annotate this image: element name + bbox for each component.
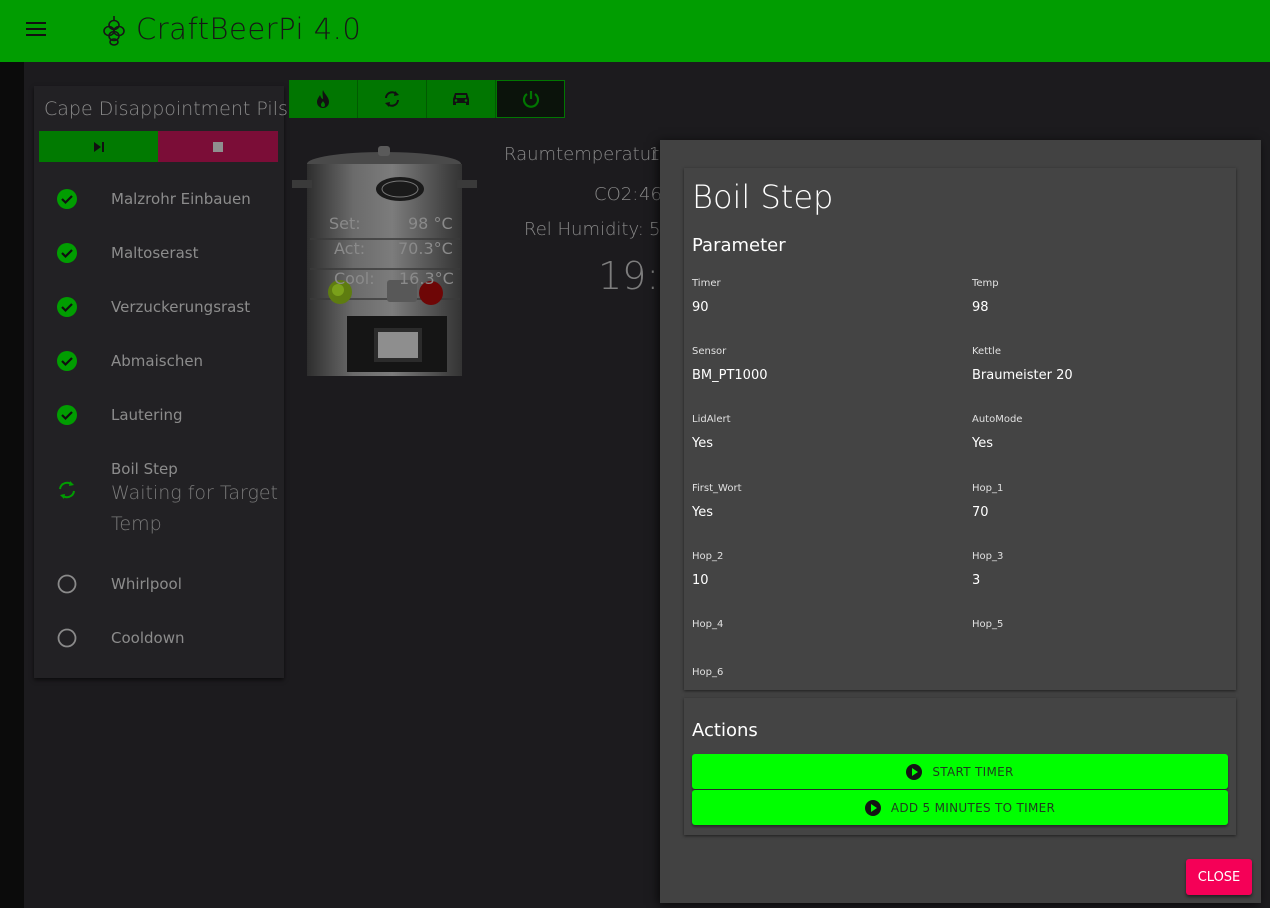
menu-icon[interactable] (26, 22, 46, 38)
sync-icon (59, 481, 75, 499)
param-value: 98 (972, 300, 989, 315)
param-label: Hop_4 (692, 619, 724, 630)
co2-value: 46 (639, 184, 662, 205)
car-icon[interactable] (427, 80, 496, 118)
step-label: Malzrohr Einbauen (111, 190, 251, 208)
kettle-set-label: Set: (329, 214, 361, 233)
flame-icon[interactable] (289, 80, 358, 118)
step-label: Cooldown (111, 629, 185, 647)
param-label: Sensor (692, 346, 727, 357)
kettle-actual-value: 70.3°C (398, 239, 453, 258)
param-value: 70 (972, 505, 989, 520)
step-label: Abmaischen (111, 352, 204, 370)
step-status-line: Waiting for Target (111, 482, 278, 504)
param-label: AutoMode (972, 414, 1023, 425)
param-value: 10 (692, 573, 709, 588)
param-label: Hop_5 (972, 619, 1004, 630)
hop-logo-icon (103, 16, 125, 46)
param-value: Yes (692, 505, 713, 520)
app-bar: CraftBeerPi 4.0 (0, 0, 1270, 62)
refresh-icon[interactable] (358, 80, 427, 118)
step-dialog: Boil Step Parameter Timer 90 Temp 98 Sensor B… (660, 140, 1261, 903)
room-temp-label: Raumtemperatur: (504, 144, 665, 165)
kettle-cool-value: 16.3°C (399, 269, 454, 288)
app-title: CraftBeerPi 4.0 (136, 12, 362, 46)
step-label: Whirlpool (111, 575, 182, 593)
check-circle-icon (57, 189, 77, 209)
kettle-set-value: 98 °C (408, 214, 453, 233)
kettle-toolbar (289, 80, 566, 118)
humidity-label: Rel Humidity: (524, 219, 644, 240)
param-value: 90 (692, 300, 709, 315)
param-value: BM_PT1000 (692, 368, 768, 383)
param-label: Timer (692, 278, 721, 289)
param-label: LidAlert (692, 414, 731, 425)
step-label: Verzuckerungsrast (111, 298, 251, 316)
step-label: Lautering (111, 406, 183, 424)
step-label: Boil Step (111, 460, 178, 478)
skip-next-icon (93, 141, 104, 152)
param-value: Braumeister 20 (972, 368, 1073, 383)
check-circle-icon (57, 243, 77, 263)
play-circle-icon (906, 763, 923, 780)
param-label: Temp (972, 278, 999, 289)
parameter-card: Boil Step Parameter Timer 90 Temp 98 Sensor B… (684, 168, 1236, 690)
play-circle-icon (864, 799, 881, 816)
stop-button[interactable] (158, 131, 278, 162)
param-value: Yes (972, 436, 993, 451)
actions-heading: Actions (692, 720, 758, 741)
parameter-heading: Parameter (692, 235, 786, 256)
param-label: Hop_2 (692, 551, 724, 562)
check-circle-icon (57, 405, 77, 425)
power-icon[interactable] (496, 80, 565, 118)
param-label: First_Wort (692, 483, 742, 494)
param-value: 3 (972, 573, 981, 588)
param-label: Kettle (972, 346, 1001, 357)
dialog-title: Boil Step (692, 178, 834, 216)
add-5-minutes-button[interactable]: ADD 5 MINUTES TO TIMER (692, 790, 1228, 825)
step-status-line: Temp (111, 513, 162, 535)
check-circle-icon (57, 351, 77, 371)
close-button[interactable]: CLOSE (1186, 859, 1252, 895)
start-next-button[interactable] (39, 131, 158, 162)
param-label: Hop_6 (692, 667, 724, 678)
recipe-name: Cape Disappointment Pils (44, 98, 288, 120)
stop-icon (213, 141, 223, 152)
kettle-cool-label: Cool: (334, 269, 375, 288)
actions-card: Actions START TIMER ADD 5 MINUTES TO TIM… (684, 698, 1236, 835)
empty-circle-icon (57, 628, 77, 648)
start-timer-button[interactable]: START TIMER (692, 754, 1228, 789)
param-label: Hop_3 (972, 551, 1004, 562)
param-label: Hop_1 (972, 483, 1004, 494)
brew-steps-card: Cape Disappointment Pils Malzrohr Einbau… (34, 86, 288, 678)
step-label: Maltoserast (111, 244, 199, 262)
kettle-actual-label: Act: (334, 239, 366, 258)
kettle-image (292, 146, 477, 376)
param-value: Yes (692, 436, 713, 451)
empty-circle-icon (57, 574, 77, 594)
check-circle-icon (57, 297, 77, 317)
step-status-text: Waiting for Target Temp (111, 478, 278, 540)
co2-label: CO2: (594, 184, 639, 205)
